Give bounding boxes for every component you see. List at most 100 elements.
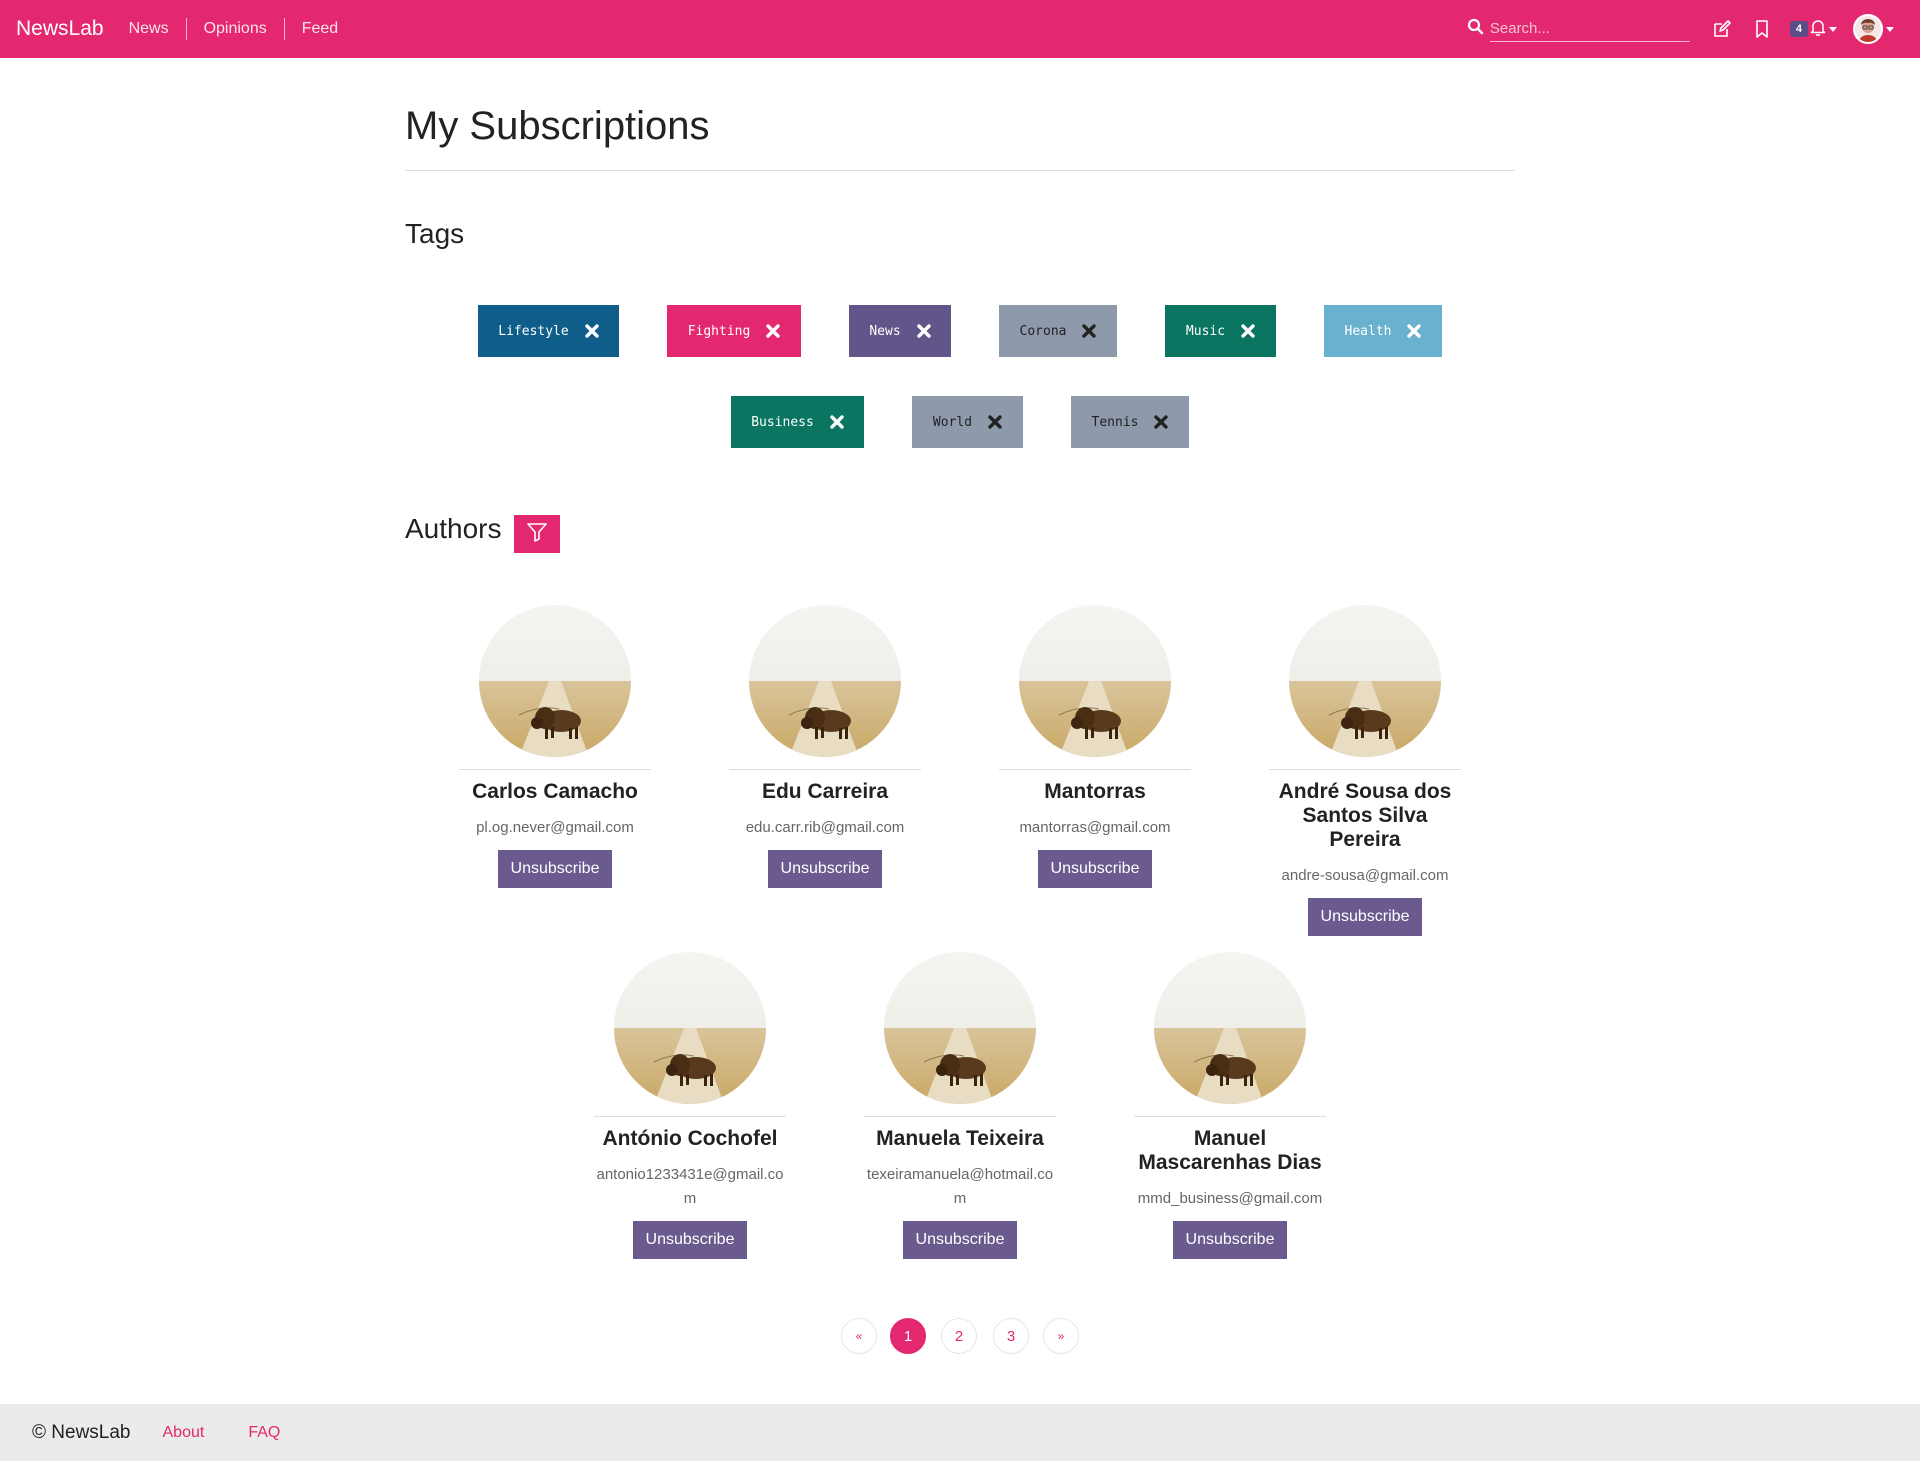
user-menu-dropdown[interactable] xyxy=(1853,14,1894,44)
remove-tag-icon[interactable] xyxy=(1407,324,1422,338)
tag-business[interactable]: Business xyxy=(731,396,864,448)
pagination-next[interactable]: » xyxy=(1043,1318,1079,1354)
author-divider xyxy=(594,1116,786,1117)
nav-link-feed[interactable]: Feed xyxy=(283,18,355,40)
tag-label: World xyxy=(932,414,973,430)
author-photo xyxy=(1019,605,1171,757)
notifications-dropdown[interactable]: 4 xyxy=(1789,18,1837,41)
tag-label: Music xyxy=(1185,323,1226,339)
author-card: Carlos Camacho pl.og.never@gmail.com Uns… xyxy=(459,605,651,888)
author-divider xyxy=(1134,1116,1326,1117)
author-name[interactable]: Edu Carreira xyxy=(729,780,921,804)
footer-brand: © NewsLab xyxy=(32,1421,131,1443)
remove-tag-icon[interactable] xyxy=(1154,415,1169,429)
author-divider xyxy=(864,1116,1056,1117)
unsubscribe-button[interactable]: Unsubscribe xyxy=(1038,850,1152,888)
author-photo xyxy=(1154,952,1306,1104)
unsubscribe-button[interactable]: Unsubscribe xyxy=(1308,898,1422,936)
tag-fighting[interactable]: Fighting xyxy=(667,305,801,357)
main-nav: News Opinions Feed xyxy=(112,18,356,40)
author-divider xyxy=(1269,769,1461,770)
tag-label: Tennis xyxy=(1091,414,1139,430)
filter-icon xyxy=(526,521,548,548)
chevron-down-icon xyxy=(1886,26,1894,32)
author-photo xyxy=(884,952,1036,1104)
authors-section-title: Authors xyxy=(405,513,502,544)
edit-icon[interactable] xyxy=(1708,15,1736,43)
unsubscribe-button[interactable]: Unsubscribe xyxy=(498,850,612,888)
author-card: Manuel Mascarenhas Dias mmd_business@gma… xyxy=(1134,952,1326,1259)
author-photo xyxy=(479,605,631,757)
author-photo xyxy=(1289,605,1441,757)
author-name[interactable]: António Cochofel xyxy=(594,1127,786,1151)
remove-tag-icon[interactable] xyxy=(830,415,844,429)
author-name[interactable]: Carlos Camacho xyxy=(459,780,651,804)
tags-section-title: Tags xyxy=(405,218,465,249)
nav-link-news[interactable]: News xyxy=(112,18,186,40)
search-box xyxy=(1467,16,1690,42)
author-card: António Cochofel antonio1233431e@gmail.c… xyxy=(594,952,786,1259)
author-name[interactable]: André Sousa dos Santos Silva Pereira xyxy=(1269,780,1461,852)
footer-link-about[interactable]: About xyxy=(163,1424,205,1442)
unsubscribe-button[interactable]: Unsubscribe xyxy=(633,1221,747,1259)
author-photo xyxy=(614,952,766,1104)
tag-label: Lifestyle xyxy=(498,323,569,339)
author-email: antonio1233431e@gmail.com xyxy=(596,1166,784,1207)
tag-label: Corona xyxy=(1019,323,1067,339)
author-email: pl.og.never@gmail.com xyxy=(476,819,634,836)
filter-button[interactable] xyxy=(514,515,560,553)
search-input[interactable] xyxy=(1489,16,1690,42)
user-avatar xyxy=(1853,14,1883,44)
author-photo xyxy=(749,605,901,757)
author-name[interactable]: Manuel Mascarenhas Dias xyxy=(1134,1127,1326,1175)
title-divider xyxy=(405,170,1515,171)
tag-music[interactable]: Music xyxy=(1165,305,1276,357)
unsubscribe-button[interactable]: Unsubscribe xyxy=(1173,1221,1287,1259)
author-divider xyxy=(999,769,1191,770)
author-name[interactable]: Mantorras xyxy=(999,780,1191,804)
footer-link-faq[interactable]: FAQ xyxy=(248,1424,280,1442)
bell-icon xyxy=(1810,18,1826,41)
remove-tag-icon[interactable] xyxy=(1082,324,1097,338)
author-email: andre-sousa@gmail.com xyxy=(1281,867,1449,884)
pagination-prev[interactable]: « xyxy=(841,1318,877,1354)
author-card: Manuela Teixeira texeiramanuela@hotmail.… xyxy=(864,952,1056,1259)
brand-logo[interactable]: NewsLab xyxy=(16,17,104,41)
author-email: mmd_business@gmail.com xyxy=(1137,1190,1323,1207)
tag-world[interactable]: World xyxy=(912,396,1023,448)
pagination-page-3[interactable]: 3 xyxy=(993,1318,1029,1354)
pagination-page-2[interactable]: 2 xyxy=(941,1318,977,1354)
nav-link-opinions[interactable]: Opinions xyxy=(185,18,284,40)
page-title: My Subscriptions xyxy=(405,104,710,148)
tag-tennis[interactable]: Tennis xyxy=(1071,396,1189,448)
chevron-down-icon xyxy=(1829,26,1837,32)
author-divider xyxy=(729,769,921,770)
author-email: mantorras@gmail.com xyxy=(1019,819,1171,836)
unsubscribe-button[interactable]: Unsubscribe xyxy=(903,1221,1017,1259)
tag-lifestyle[interactable]: Lifestyle xyxy=(478,305,619,357)
remove-tag-icon[interactable] xyxy=(585,324,599,338)
remove-tag-icon[interactable] xyxy=(916,324,931,338)
author-card: André Sousa dos Santos Silva Pereira and… xyxy=(1269,605,1461,936)
tag-label: Fighting xyxy=(687,323,751,339)
bookmark-icon[interactable] xyxy=(1748,15,1776,43)
author-card: Edu Carreira edu.carr.rib@gmail.com Unsu… xyxy=(729,605,921,888)
tag-label: Health xyxy=(1344,323,1392,339)
navbar-right: 4 xyxy=(1467,0,1902,58)
tag-label: Business xyxy=(751,414,814,430)
tag-corona[interactable]: Corona xyxy=(999,305,1117,357)
author-name[interactable]: Manuela Teixeira xyxy=(864,1127,1056,1151)
footer: © NewsLab About FAQ xyxy=(0,1404,1920,1461)
tag-news[interactable]: News xyxy=(849,305,951,357)
tag-health[interactable]: Health xyxy=(1324,305,1442,357)
tag-label: News xyxy=(869,323,901,339)
unsubscribe-button[interactable]: Unsubscribe xyxy=(768,850,882,888)
remove-tag-icon[interactable] xyxy=(1241,324,1255,338)
pagination-page-1[interactable]: 1 xyxy=(890,1318,926,1354)
top-navbar: NewsLab News Opinions Feed 4 xyxy=(0,0,1920,58)
search-icon[interactable] xyxy=(1467,18,1490,40)
remove-tag-icon[interactable] xyxy=(988,415,1002,429)
author-divider xyxy=(459,769,651,770)
remove-tag-icon[interactable] xyxy=(766,324,781,338)
notification-count-badge: 4 xyxy=(1789,21,1808,37)
